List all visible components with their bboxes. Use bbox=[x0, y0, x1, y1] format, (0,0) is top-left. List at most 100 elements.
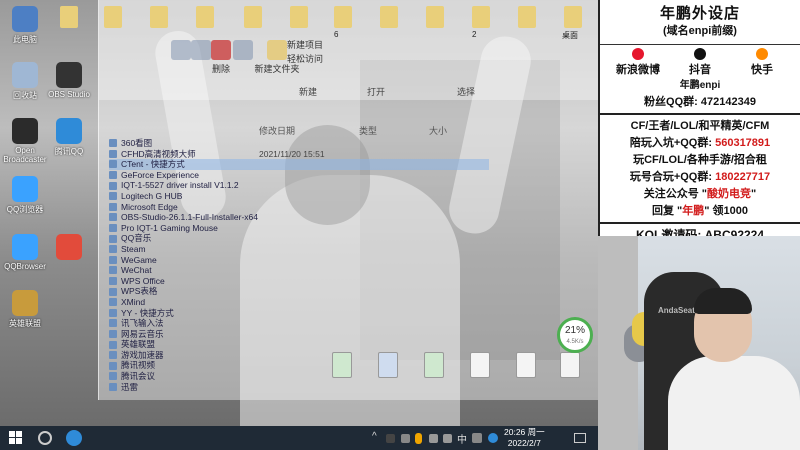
desktop-folder-icon[interactable] bbox=[290, 6, 308, 28]
tray-up-arrow-icon[interactable]: ^ bbox=[372, 431, 377, 442]
new-item-menu[interactable]: 新建项目 bbox=[287, 38, 323, 51]
app-icon bbox=[56, 118, 82, 144]
file-explorer-window[interactable]: 删除 新建文件夹 新建项目 轻松访问 新建 打开 选择 修改日期 类型 大小 3… bbox=[98, 0, 598, 400]
desktop-shortcut[interactable]: 回收站 bbox=[0, 62, 50, 101]
file-name: CFHD高清视频大师 bbox=[121, 148, 196, 159]
tray-qq-icon[interactable] bbox=[488, 433, 498, 443]
file-row[interactable]: WPS Office bbox=[109, 276, 489, 287]
file-row[interactable]: CTent - 快捷方式 bbox=[109, 159, 489, 170]
desktop-folder-icon[interactable] bbox=[380, 6, 398, 28]
stream-promo-panel: 年鹏外设店 (域名enpi前缀) 新浪微博 抖音 快手 年鹏enpi 粉丝QQ群… bbox=[598, 0, 800, 242]
network-speed-gauge[interactable]: 21% 4.5K/s bbox=[557, 317, 593, 353]
desktop-shortcut[interactable]: 腾讯QQ bbox=[44, 118, 94, 157]
promo-qq-group: 粉丝QQ群: 472142349 bbox=[644, 96, 756, 108]
desktop-shortcut[interactable]: Open Broadcaster bbox=[0, 118, 50, 164]
file-row[interactable]: Pro IQT-1 Gaming Mouse bbox=[109, 223, 489, 234]
desktop-folder-icon[interactable] bbox=[60, 6, 78, 28]
desktop-shortcut[interactable]: OBS Studio bbox=[44, 62, 94, 99]
file-thumbnail-icon[interactable] bbox=[424, 352, 444, 378]
file-row[interactable]: IQT-1-5527 driver install V1.1.2 bbox=[109, 180, 489, 191]
file-icon bbox=[109, 382, 117, 391]
file-row[interactable]: 讯飞输入法 bbox=[109, 318, 489, 329]
file-row[interactable]: YY - 快捷方式 bbox=[109, 308, 489, 319]
column-date[interactable]: 修改日期 bbox=[259, 124, 295, 137]
file-row[interactable]: Steam bbox=[109, 244, 489, 255]
file-list-header: 修改日期 类型 大小 bbox=[99, 124, 499, 138]
tray-volume-icon[interactable] bbox=[443, 434, 452, 443]
app-icon bbox=[12, 290, 38, 316]
file-row[interactable]: GeForce Experience bbox=[109, 170, 489, 181]
promo-subtitle: (域名enpi前缀) bbox=[663, 25, 737, 37]
file-thumbnail-icon[interactable] bbox=[516, 352, 536, 378]
notification-icon[interactable] bbox=[574, 433, 586, 443]
desktop-screen: 删除 新建文件夹 新建项目 轻松访问 新建 打开 选择 修改日期 类型 大小 3… bbox=[0, 0, 598, 426]
file-icon bbox=[109, 139, 117, 148]
file-row[interactable]: Microsoft Edge bbox=[109, 202, 489, 213]
tray-mic-icon[interactable] bbox=[415, 433, 422, 444]
task-view-icon[interactable] bbox=[38, 431, 52, 445]
start-button[interactable] bbox=[8, 430, 24, 446]
tray-network-icon[interactable] bbox=[429, 434, 438, 443]
desktop-folder-icon[interactable] bbox=[518, 6, 536, 28]
kuaishou-icon bbox=[756, 48, 768, 60]
column-size[interactable]: 大小 bbox=[429, 124, 447, 137]
file-row[interactable]: 迅雷 bbox=[109, 382, 489, 393]
file-icon bbox=[109, 224, 117, 233]
tray-app-icon[interactable] bbox=[386, 434, 395, 443]
desktop-shortcut-label: 腾讯QQ bbox=[54, 147, 84, 156]
desktop-folder-icon[interactable] bbox=[150, 6, 168, 28]
qq-browser-taskbar-icon[interactable] bbox=[66, 430, 82, 446]
file-icon bbox=[109, 319, 117, 328]
file-icon bbox=[109, 361, 117, 370]
file-row[interactable]: WeGame bbox=[109, 255, 489, 266]
desktop-folder-icon[interactable] bbox=[334, 6, 352, 28]
file-icon bbox=[109, 192, 117, 201]
desktop-shortcut[interactable] bbox=[44, 234, 94, 262]
desktop-shortcut[interactable]: QQ浏览器 bbox=[0, 176, 50, 215]
file-name: 迅雷 bbox=[121, 381, 139, 392]
desktop-folder-icon[interactable] bbox=[564, 6, 582, 28]
file-icon bbox=[109, 149, 117, 158]
file-row[interactable]: 英雄联盟 bbox=[109, 339, 489, 350]
desktop-shortcut-label: QQ浏览器 bbox=[6, 205, 44, 214]
file-row[interactable]: WPS表格 bbox=[109, 286, 489, 297]
desktop-shortcut[interactable]: 此电脑 bbox=[0, 6, 50, 45]
file-thumbnail-icon[interactable] bbox=[332, 352, 352, 378]
app-icon bbox=[12, 176, 38, 202]
easy-access-menu[interactable]: 轻松访问 bbox=[287, 52, 323, 65]
file-row[interactable]: CFHD高清视频大师 2021/11/20 15:51 bbox=[109, 149, 489, 160]
file-name: WPS Office bbox=[121, 275, 165, 286]
file-icon bbox=[109, 213, 117, 222]
file-row[interactable]: 网易云音乐 bbox=[109, 329, 489, 340]
desktop-folder-icon[interactable] bbox=[472, 6, 490, 28]
kuaishou-link: 快手 bbox=[732, 48, 792, 77]
tray-monitor-icon[interactable] bbox=[401, 434, 410, 443]
taskbar-clock[interactable]: 20:26 周一 2022/2/7 bbox=[504, 427, 545, 449]
file-row[interactable]: QQ音乐 bbox=[109, 233, 489, 244]
promo-qq-number-1: 560317891 bbox=[715, 137, 771, 149]
file-row[interactable]: Logitech G HUB bbox=[109, 191, 489, 202]
promo-line-1: CF/王者/LOL/和平精英/CFM bbox=[630, 120, 770, 132]
tray-security-icon[interactable] bbox=[472, 433, 482, 443]
file-row[interactable]: OBS-Studio-26.1.1-Full-Installer-x64 bbox=[109, 212, 489, 223]
file-thumbnail-icon[interactable] bbox=[378, 352, 398, 378]
desktop-shortcut[interactable]: 英雄联盟 bbox=[0, 290, 50, 329]
webcam-feed: AndaSeat bbox=[598, 236, 800, 450]
file-name: 腾讯会议 bbox=[121, 371, 156, 382]
file-name: 英雄联盟 bbox=[121, 339, 156, 350]
taskbar: ^ 中 20:26 周一 2022/2/7 bbox=[0, 426, 598, 450]
column-type[interactable]: 类型 bbox=[359, 124, 377, 137]
file-icon bbox=[109, 351, 117, 360]
desktop-folder-icon[interactable] bbox=[244, 6, 262, 28]
file-thumbnail-icon[interactable] bbox=[470, 352, 490, 378]
desktop-folder-icon[interactable] bbox=[426, 6, 444, 28]
file-row[interactable]: WeChat bbox=[109, 265, 489, 276]
desktop-folder-icon[interactable] bbox=[104, 6, 122, 28]
file-row[interactable]: XMind bbox=[109, 297, 489, 308]
desktop-shortcut[interactable]: QQBrowser bbox=[0, 234, 50, 271]
file-row[interactable]: 360看图 bbox=[109, 138, 489, 149]
file-icon bbox=[109, 287, 117, 296]
desktop-folder-icon[interactable] bbox=[196, 6, 214, 28]
input-method-indicator[interactable]: 中 bbox=[457, 431, 467, 446]
file-thumbnail-icon[interactable] bbox=[560, 352, 580, 378]
